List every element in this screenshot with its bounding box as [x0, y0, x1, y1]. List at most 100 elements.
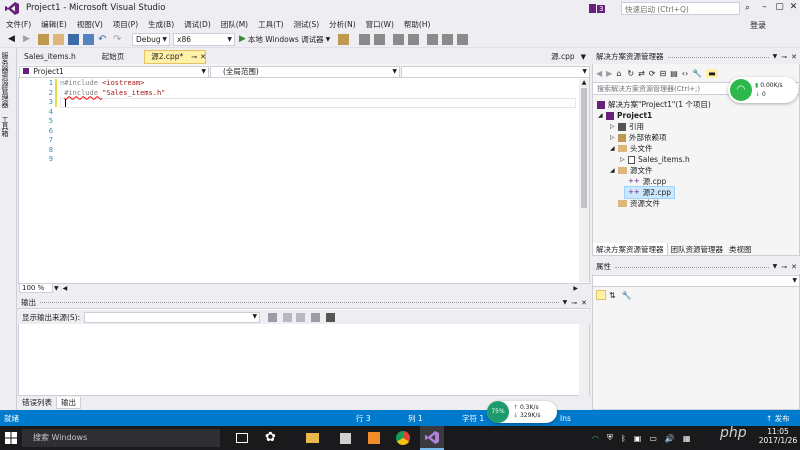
scroll-up-icon[interactable]: ▲: [579, 79, 589, 87]
tree-item-project[interactable]: ◢ Project1: [592, 110, 652, 121]
tree-item-resource-files[interactable]: 资源文件: [592, 198, 660, 209]
quick-launch-input[interactable]: 快速启动 (Ctrl+Q): [621, 2, 740, 15]
project-dropdown[interactable]: Project1 ▼: [19, 65, 209, 78]
forward-icon[interactable]: ▶: [606, 69, 612, 78]
prev-bookmark-icon[interactable]: [442, 33, 454, 45]
scroll-thumb[interactable]: [581, 88, 587, 208]
menu-project[interactable]: 项目(P): [113, 19, 138, 30]
close-icon[interactable]: ✕: [581, 297, 587, 309]
tab-class-view[interactable]: 类视图: [726, 243, 755, 256]
output-source-dropdown[interactable]: ▼: [84, 311, 261, 323]
properties-icon[interactable]: 🔧: [692, 69, 702, 78]
collapse-arrow-icon[interactable]: ◢: [610, 165, 618, 176]
tree-item-sales-items-h[interactable]: ▷ Sales_items.h: [592, 154, 690, 165]
pin-icon[interactable]: ⊸: [191, 50, 197, 64]
menu-tools[interactable]: 工具(T): [258, 19, 283, 30]
pending-changes-icon[interactable]: ↻: [627, 69, 634, 78]
minimize-button[interactable]: –: [757, 0, 772, 14]
start-button[interactable]: [5, 432, 17, 444]
office-app-icon[interactable]: [368, 432, 380, 444]
network-icon[interactable]: ▦: [683, 434, 691, 443]
shield-icon[interactable]: ⛨: [607, 433, 613, 443]
tab-dropdown-icon[interactable]: ▼: [581, 53, 586, 61]
wifi-tray-icon[interactable]: ◠: [592, 434, 599, 443]
find-message-icon[interactable]: [268, 312, 278, 322]
close-icon[interactable]: ✕: [791, 50, 797, 64]
menu-build[interactable]: 生成(B): [148, 19, 174, 30]
alphabetical-icon[interactable]: ⇅: [609, 291, 616, 300]
network-monitor-widget[interactable]: 75% ↑ 0.3K/s ↓ 329K/s: [487, 401, 557, 423]
menu-file[interactable]: 文件(F): [6, 19, 31, 30]
view-code-icon[interactable]: ‹›: [682, 69, 688, 78]
login-link[interactable]: 登录: [750, 20, 766, 31]
open-file-icon[interactable]: [53, 33, 64, 45]
notifications-button[interactable]: 3: [589, 2, 610, 15]
tree-item-header-files[interactable]: ◢ 头文件: [592, 143, 653, 154]
dropdown-icon[interactable]: ▼: [773, 260, 778, 274]
bluetooth-icon[interactable]: ᛒ: [621, 434, 626, 443]
output-scrollbar[interactable]: [579, 324, 589, 396]
task-view-icon[interactable]: [236, 433, 248, 443]
app-tray-icon[interactable]: ▣: [634, 434, 642, 443]
save-all-icon[interactable]: [83, 33, 94, 45]
chrome-icon[interactable]: [396, 431, 410, 445]
tab-start-page[interactable]: 起始页: [96, 50, 131, 64]
sync-icon[interactable]: ⇄: [638, 69, 645, 78]
tab-output[interactable]: 输出: [56, 397, 81, 409]
property-pages-icon[interactable]: 🔧: [622, 291, 632, 300]
tab-source2-cpp[interactable]: 源2.cpp* ⊸ ✕: [144, 50, 207, 64]
file-explorer-icon[interactable]: [306, 433, 319, 443]
tree-item-solution[interactable]: 解决方案"Project1"(1 个项目): [592, 99, 711, 110]
publish-button[interactable]: ↑ 发布: [766, 413, 790, 424]
expand-arrow-icon[interactable]: ▷: [620, 154, 628, 165]
menu-window[interactable]: 窗口(W): [366, 19, 394, 30]
close-button[interactable]: ✕: [786, 0, 800, 14]
volume-icon[interactable]: 🔊: [665, 434, 675, 443]
scope-dropdown[interactable]: (全局范围) ▼: [210, 65, 400, 78]
tree-item-source-files[interactable]: ◢ 源文件: [592, 165, 653, 176]
menu-debug[interactable]: 调试(D): [184, 19, 211, 30]
dropdown-icon[interactable]: ▼: [773, 50, 778, 64]
tab-solution-explorer[interactable]: 解决方案资源管理器: [592, 243, 668, 256]
menu-team[interactable]: 团队(M): [221, 19, 248, 30]
menu-test[interactable]: 测试(S): [294, 19, 320, 30]
vs-taskbar-icon[interactable]: [420, 426, 444, 450]
properties-object-dropdown[interactable]: ▼: [592, 275, 800, 287]
taskbar-clock[interactable]: 11:05 2017/1/26: [756, 427, 800, 449]
battery-icon[interactable]: ▭: [649, 434, 657, 443]
toolbox-tab[interactable]: 工具箱: [0, 112, 10, 141]
tab-error-list[interactable]: 错误列表: [18, 397, 56, 409]
step-icon[interactable]: [359, 33, 371, 45]
undo-icon[interactable]: ↶: [98, 34, 109, 45]
collapse-arrow-icon[interactable]: ◢: [598, 110, 606, 121]
editor-vertical-scrollbar[interactable]: ▲: [579, 79, 589, 282]
tree-item-source2-cpp[interactable]: ++ 源2.cpp: [592, 186, 676, 199]
tab-source-cpp[interactable]: 源.cpp: [545, 50, 581, 64]
tree-item-references[interactable]: ▷ 引用: [592, 121, 644, 132]
tab-team-explorer[interactable]: 团队资源管理器: [668, 243, 727, 256]
home-icon[interactable]: ⌂: [616, 69, 621, 78]
redo-icon[interactable]: ↷: [113, 34, 124, 45]
prev-message-icon[interactable]: [283, 312, 293, 322]
pin-icon[interactable]: ⊸: [781, 260, 787, 274]
bookmark-icon[interactable]: [374, 33, 386, 45]
back-icon[interactable]: ◀: [8, 34, 19, 45]
menu-view[interactable]: 视图(V): [77, 19, 103, 30]
network-speed-widget[interactable]: ◠ ▮ 0.00K/s ↓ 0: [728, 77, 798, 103]
zoom-dropdown[interactable]: 100 %: [19, 283, 53, 293]
dropdown-icon[interactable]: ▼: [563, 297, 568, 309]
platform-dropdown[interactable]: x86 ▼: [173, 32, 235, 46]
expand-arrow-icon[interactable]: ▷: [610, 132, 618, 143]
new-project-icon[interactable]: [38, 33, 49, 45]
scroll-right-icon[interactable]: ▶: [573, 285, 578, 292]
tree-item-external-deps[interactable]: ▷ 外部依赖项: [592, 132, 667, 143]
forward-icon[interactable]: ▶: [23, 34, 34, 45]
clear-all-icon[interactable]: [311, 312, 321, 322]
menu-edit[interactable]: 编辑(E): [41, 19, 67, 30]
code-area[interactable]: ⊟#include <iostream> #include "Sales_ite…: [60, 79, 578, 282]
search-icon[interactable]: ⌕: [741, 2, 754, 15]
server-explorer-tab[interactable]: 服务器资源管理器: [0, 48, 10, 112]
back-icon[interactable]: ◀: [596, 69, 602, 78]
start-debug-button[interactable]: ▶ 本地 Windows 调试器 ▼: [239, 34, 330, 45]
refresh-icon[interactable]: ⟳: [649, 69, 656, 78]
